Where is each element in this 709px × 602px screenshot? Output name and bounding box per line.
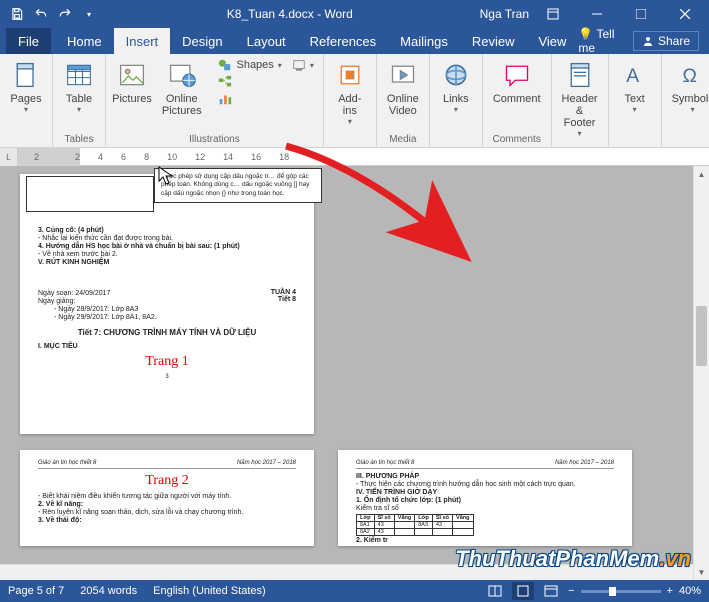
tab-review[interactable]: Review <box>460 28 527 54</box>
addins-button[interactable]: Add-ins <box>330 57 370 128</box>
chart-icon <box>218 92 232 106</box>
status-page[interactable]: Page 5 of 7 <box>8 585 64 597</box>
tab-insert[interactable]: Insert <box>114 28 171 54</box>
tell-me[interactable]: 💡 Tell me <box>578 27 627 55</box>
pages-icon <box>10 59 42 91</box>
ruler-marks: 224681012141618 <box>34 152 289 162</box>
save-icon[interactable] <box>6 3 28 25</box>
zoom-out-icon[interactable]: − <box>568 585 574 597</box>
tab-file[interactable]: File <box>6 28 51 54</box>
document-title: K8_Tuan 4.docx - Word <box>100 7 480 21</box>
screenshot-icon <box>292 58 306 72</box>
callout-box: được phép sử dụng cặp dấu ngoặc tr… để g… <box>154 168 322 203</box>
table-button[interactable]: Table <box>59 57 99 116</box>
close-icon[interactable] <box>665 0 705 28</box>
online-pictures-button[interactable]: Online Pictures <box>154 57 209 119</box>
redo-icon[interactable] <box>54 3 76 25</box>
zoom-in-icon[interactable]: + <box>667 585 673 597</box>
document-area: được phép sử dụng cặp dấu ngoặc tr… để g… <box>0 166 709 580</box>
page-2[interactable]: Giáo án tin học thiết 8Năm học 2017 – 20… <box>20 450 314 546</box>
user-name[interactable]: Nga Tran <box>480 7 529 21</box>
ribbon: Pages Table Tables Pictures Online Pictu… <box>0 54 709 148</box>
tab-references[interactable]: References <box>298 28 388 54</box>
chart-button[interactable] <box>215 91 284 107</box>
links-icon <box>440 59 472 91</box>
header-footer-button[interactable]: Header & Footer <box>558 57 602 140</box>
addins-icon <box>334 59 366 91</box>
read-mode-icon[interactable] <box>484 582 506 600</box>
status-bar: Page 5 of 7 2054 words English (United S… <box>0 580 709 602</box>
ruler-corner: L <box>0 148 18 166</box>
group-illustrations-label: Illustrations <box>112 132 317 147</box>
ribbon-display-icon[interactable] <box>533 0 573 28</box>
text-icon: A <box>619 59 651 91</box>
zoom-level[interactable]: 40% <box>679 585 701 597</box>
quick-access-toolbar: ▾ <box>0 3 100 25</box>
comment-icon <box>501 59 533 91</box>
page-3[interactable]: Giáo án tin học thiết 8Năm học 2017 – 20… <box>338 450 632 546</box>
group-pages-label <box>6 132 46 147</box>
web-layout-icon[interactable] <box>540 582 562 600</box>
svg-text:A: A <box>626 66 639 87</box>
tab-design[interactable]: Design <box>170 28 234 54</box>
status-language[interactable]: English (United States) <box>153 585 266 597</box>
tab-view[interactable]: View <box>526 28 578 54</box>
watermark: ThuThuatPhanMem.vn <box>455 546 691 572</box>
group-media-label: Media <box>383 132 423 147</box>
svg-text:Ω: Ω <box>682 66 696 87</box>
attendance-table: LớpSĩ sốVắngLớpSĩ sốVắng 8A1438A343 8A24… <box>356 514 474 536</box>
maximize-icon[interactable] <box>621 0 661 28</box>
text-button[interactable]: AText <box>615 57 655 116</box>
share-button[interactable]: Share <box>633 31 699 51</box>
header-box <box>26 176 154 212</box>
vertical-scrollbar[interactable]: ▲ ▼ <box>693 166 709 580</box>
group-tables-label: Tables <box>59 132 99 147</box>
screenshot-button[interactable] <box>289 57 317 73</box>
symbols-button[interactable]: ΩSymbols <box>668 57 709 116</box>
pictures-icon <box>116 59 148 91</box>
scroll-up-icon[interactable]: ▲ <box>694 166 709 182</box>
blank-page-area[interactable] <box>338 174 632 434</box>
shapes-button[interactable]: Shapes <box>215 57 284 73</box>
online-pictures-icon <box>166 59 198 91</box>
trang-2-label: Trang 2 <box>38 473 296 489</box>
undo-icon[interactable] <box>30 3 52 25</box>
smartart-icon <box>218 75 232 89</box>
scroll-down-icon[interactable]: ▼ <box>694 564 709 580</box>
tab-layout[interactable]: Layout <box>235 28 298 54</box>
links-button[interactable]: Links <box>436 57 476 116</box>
tab-mailings[interactable]: Mailings <box>388 28 460 54</box>
tab-home[interactable]: Home <box>55 28 114 54</box>
trang-1-label: Trang 1 <box>38 354 296 370</box>
online-video-icon <box>387 59 419 91</box>
comment-button[interactable]: Comment <box>489 57 545 107</box>
title-bar: ▾ K8_Tuan 4.docx - Word Nga Tran <box>0 0 709 28</box>
zoom-slider[interactable] <box>581 590 661 593</box>
smartart-button[interactable] <box>215 74 284 90</box>
minimize-icon[interactable] <box>577 0 617 28</box>
status-words[interactable]: 2054 words <box>80 585 137 597</box>
pages-button[interactable]: Pages <box>6 57 46 116</box>
qat-customize-icon[interactable]: ▾ <box>78 3 100 25</box>
shapes-icon <box>218 58 232 72</box>
print-layout-icon[interactable] <box>512 582 534 600</box>
ruler[interactable]: L 224681012141618 <box>0 148 709 166</box>
ribbon-tabs: File Home Insert Design Layout Reference… <box>0 28 709 54</box>
header-footer-icon <box>564 59 596 91</box>
pictures-button[interactable]: Pictures <box>112 57 152 107</box>
table-icon <box>63 59 95 91</box>
scroll-thumb[interactable] <box>696 306 707 366</box>
online-video-button[interactable]: Online Video <box>383 57 423 119</box>
group-comments-label: Comments <box>489 132 545 147</box>
page-1[interactable]: được phép sử dụng cặp dấu ngoặc tr… để g… <box>20 174 314 434</box>
symbols-icon: Ω <box>677 59 709 91</box>
